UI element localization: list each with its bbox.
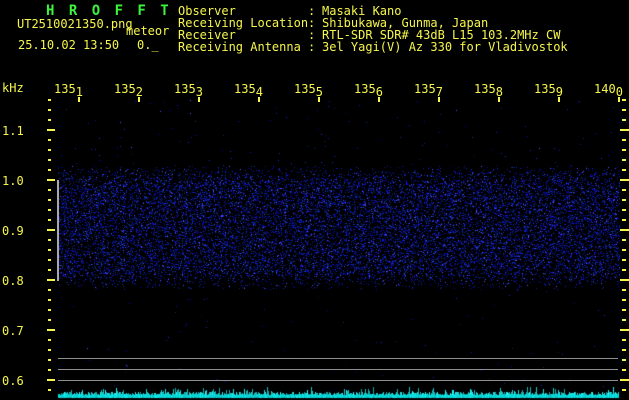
y-axis-minor-tick	[48, 209, 51, 211]
y-axis-major-tick	[47, 179, 55, 181]
y-axis-minor-tick-right	[622, 299, 626, 301]
y-axis-minor-tick	[48, 369, 51, 371]
y-axis-minor-tick-right	[622, 189, 626, 191]
y-axis-minor-tick-right	[622, 289, 626, 291]
x-axis-tick-label: 1351	[54, 82, 83, 99]
station-row-value: 3el Yagi(V) Az 330 for Vladivostok	[322, 40, 568, 54]
y-axis-major-tick	[47, 229, 55, 231]
y-axis-minor-tick-right	[622, 109, 626, 111]
y-axis-minor-tick-right	[622, 389, 626, 391]
y-axis-minor-tick	[48, 389, 51, 391]
reference-line	[58, 369, 618, 370]
y-axis-major-tick-right	[620, 229, 629, 231]
y-axis-minor-tick-right	[622, 359, 626, 361]
datetime-label: 25.10.02 13:50	[18, 38, 120, 52]
y-axis-major-tick	[47, 379, 55, 381]
y-axis-minor-tick	[48, 219, 51, 221]
y-axis-minor-tick	[48, 299, 51, 301]
reference-line	[58, 380, 618, 381]
spectrogram-noise-canvas	[0, 0, 629, 400]
x-axis-tick-label: 1353	[174, 82, 203, 99]
y-axis-tick-label: 1.0	[2, 174, 24, 188]
y-axis-minor-tick	[48, 339, 51, 341]
x-axis-tick-label: 1357	[414, 82, 443, 99]
y-axis-major-tick	[47, 129, 55, 131]
reference-line	[58, 358, 618, 359]
y-axis-minor-tick	[48, 109, 51, 111]
y-axis-minor-tick	[48, 259, 51, 261]
x-axis-tick-label: 1352	[114, 82, 143, 99]
y-axis-major-tick-right	[620, 179, 629, 181]
y-axis-minor-tick-right	[622, 219, 626, 221]
station-row-receiving-antenna: Receiving Antenna:3el Yagi(V) Az 330 for…	[178, 41, 568, 53]
y-axis-minor-tick-right	[622, 209, 626, 211]
y-axis-minor-tick	[48, 349, 51, 351]
y-axis-minor-tick	[48, 309, 51, 311]
y-axis-major-tick-right	[620, 329, 629, 331]
x-axis-tick-label: 1400	[594, 82, 623, 99]
y-axis-tick-label: 0.6	[2, 374, 24, 388]
y-axis-minor-tick-right	[622, 159, 626, 161]
y-axis-major-tick	[47, 279, 55, 281]
station-row-label: Receiving Antenna	[178, 40, 301, 54]
y-axis-minor-tick	[48, 289, 51, 291]
spectrogram-start-marker	[57, 180, 59, 281]
x-axis-tick-label: 1358	[474, 82, 503, 99]
y-axis-minor-tick	[48, 239, 51, 241]
y-axis-minor-tick	[48, 319, 51, 321]
y-axis-minor-tick	[48, 119, 51, 121]
y-axis-minor-tick-right	[622, 319, 626, 321]
station-row-colon: :	[308, 40, 316, 54]
y-axis-minor-tick-right	[622, 119, 626, 121]
y-axis-minor-tick	[48, 269, 51, 271]
y-axis-minor-tick-right	[622, 349, 626, 351]
y-axis-tick-label: 0.9	[2, 224, 24, 238]
y-axis-minor-tick	[48, 99, 51, 101]
x-axis-tick-label: 1355	[294, 82, 323, 99]
y-axis-minor-tick-right	[622, 309, 626, 311]
y-axis-minor-tick-right	[622, 169, 626, 171]
y-axis-minor-tick-right	[622, 199, 626, 201]
y-axis-minor-tick	[48, 249, 51, 251]
y-axis-minor-tick-right	[622, 139, 626, 141]
output-filename: UT2510021350.png	[17, 17, 133, 31]
y-axis-minor-tick-right	[622, 99, 626, 101]
y-axis-tick-label: 0.8	[2, 274, 24, 288]
y-axis-minor-tick-right	[622, 339, 626, 341]
y-axis-minor-tick	[48, 149, 51, 151]
y-axis-major-tick-right	[620, 129, 629, 131]
y-axis-unit-label: kHz	[2, 81, 24, 95]
y-axis-minor-tick	[48, 199, 51, 201]
y-axis-major-tick-right	[620, 379, 629, 381]
y-axis-minor-tick-right	[622, 259, 626, 261]
y-axis-minor-tick-right	[622, 239, 626, 241]
y-axis-minor-tick	[48, 189, 51, 191]
x-axis-tick-label: 1356	[354, 82, 383, 99]
y-axis-minor-tick	[48, 169, 51, 171]
observation-label: meteor	[126, 24, 170, 38]
echo-counter: 0._	[137, 38, 159, 52]
y-axis-minor-tick-right	[622, 249, 626, 251]
x-axis-tick-label: 1354	[234, 82, 263, 99]
hrofft-screen: H R O F F T UT2510021350.png meteor 25.1…	[0, 0, 629, 400]
x-axis-tick-label: 1359	[534, 82, 563, 99]
station-info-block: Observer: Masaki Kano Receiving Location: S…	[178, 5, 568, 53]
y-axis-major-tick	[47, 329, 55, 331]
y-axis-minor-tick	[48, 139, 51, 141]
y-axis-major-tick-right	[620, 279, 629, 281]
y-axis-minor-tick	[48, 159, 51, 161]
y-axis-minor-tick	[48, 359, 51, 361]
y-axis-minor-tick-right	[622, 149, 626, 151]
y-axis-minor-tick-right	[622, 369, 626, 371]
y-axis-minor-tick-right	[622, 269, 626, 271]
y-axis-tick-label: 0.7	[2, 324, 24, 338]
y-axis-tick-label: 1.1	[2, 124, 24, 138]
